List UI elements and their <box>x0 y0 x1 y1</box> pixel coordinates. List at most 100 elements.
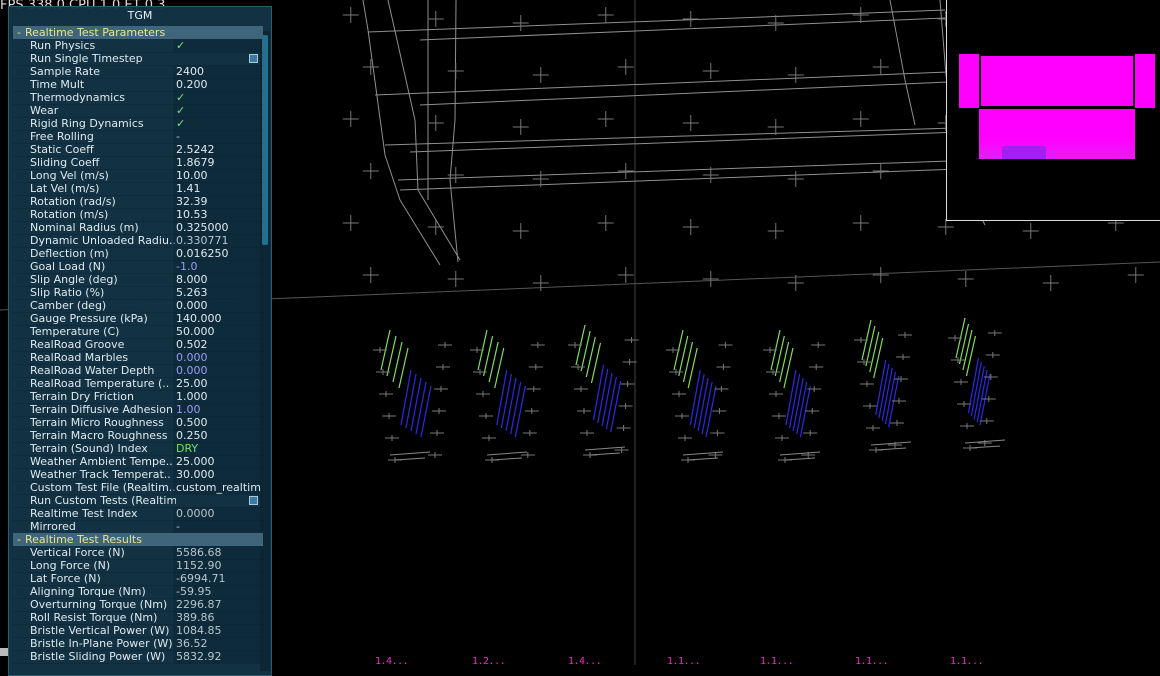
property-value[interactable]: -1.0 <box>173 260 261 273</box>
property-row[interactable]: RealRoad Water Depth 0.000 <box>13 364 263 378</box>
property-row[interactable]: Nominal Radius (m) 0.325000 <box>13 221 263 235</box>
collapse-icon[interactable]: - <box>13 533 25 546</box>
property-row[interactable]: RealRoad Marbles 0.000 <box>13 351 263 365</box>
tgm-panel[interactable]: TGM - Realtime Test Parameters Run Physics… <box>8 6 272 676</box>
property-value[interactable]: 36.52 <box>173 637 261 650</box>
property-value[interactable]: 8.000 <box>173 273 261 286</box>
property-row[interactable]: Bristle In-Plane Power (W) 36.52 <box>13 637 263 651</box>
property-value[interactable]: - <box>173 130 261 143</box>
property-row[interactable]: RealRoad Groove 0.502 <box>13 338 263 352</box>
property-row[interactable]: Lat Vel (m/s) 1.41 <box>13 182 263 196</box>
property-row[interactable]: Run Single Timestep <box>13 52 263 66</box>
checkbox[interactable] <box>249 54 258 63</box>
property-row[interactable]: Free Rolling - <box>13 130 263 144</box>
property-row[interactable]: Terrain (Sound) Index DRY <box>13 442 263 456</box>
property-row[interactable]: Camber (deg) 0.000 <box>13 299 263 313</box>
property-row[interactable]: Slip Angle (deg) 8.000 <box>13 273 263 287</box>
property-row[interactable]: Bristle Vertical Power (W) 1084.85 <box>13 624 263 638</box>
property-value[interactable]: 1.41 <box>173 182 261 195</box>
property-row[interactable]: Dynamic Unloaded Radiu.. 0.330771 <box>13 234 263 248</box>
property-value[interactable]: -6994.71 <box>173 572 261 585</box>
checkmark-icon[interactable]: ✓ <box>173 91 261 104</box>
property-value[interactable]: custom_realtim.. <box>173 481 261 494</box>
property-value[interactable]: 10.00 <box>173 169 261 182</box>
property-row[interactable]: Terrain Macro Roughness 0.250 <box>13 429 263 443</box>
property-value[interactable]: 1152.90 <box>173 559 261 572</box>
property-value[interactable]: 2296.87 <box>173 598 261 611</box>
property-row[interactable]: Lat Force (N) -6994.71 <box>13 572 263 586</box>
property-row[interactable]: Deflection (m) 0.016250 <box>13 247 263 261</box>
property-value[interactable]: 32.39 <box>173 195 261 208</box>
property-row[interactable]: Realtime Test Index 0.0000 <box>13 507 263 521</box>
property-row[interactable]: Weather Track Temperat.. 30.000 <box>13 468 263 482</box>
property-row[interactable]: Rigid Ring Dynamics ✓ <box>13 117 263 131</box>
property-value[interactable]: 389.86 <box>173 611 261 624</box>
property-value[interactable]: - <box>173 520 261 533</box>
property-value[interactable]: 0.000 <box>173 351 261 364</box>
property-row[interactable]: Custom Test File (Realtim.. custom_realti… <box>13 481 263 495</box>
property-value[interactable]: 5586.68 <box>173 546 261 559</box>
property-row[interactable]: Bristle Sliding Power (W) 5832.92 <box>13 650 263 664</box>
property-row[interactable]: Run Physics ✓ <box>13 39 263 53</box>
resize-icon[interactable] <box>0 648 8 656</box>
property-value[interactable]: 30.000 <box>173 468 261 481</box>
property-value[interactable]: 0.502 <box>173 338 261 351</box>
property-value[interactable]: 5.263 <box>173 286 261 299</box>
property-row[interactable]: Rotation (rad/s) 32.39 <box>13 195 263 209</box>
property-value[interactable]: 10.53 <box>173 208 261 221</box>
property-value[interactable]: 0.500 <box>173 416 261 429</box>
section-header[interactable]: - Realtime Test Parameters <box>13 26 263 39</box>
property-value[interactable]: 0.016250 <box>173 247 261 260</box>
property-value[interactable]: 0.200 <box>173 78 261 91</box>
checkmark-icon[interactable]: ✓ <box>173 39 261 52</box>
property-row[interactable]: Rotation (m/s) 10.53 <box>13 208 263 222</box>
property-row[interactable]: Long Force (N) 1152.90 <box>13 559 263 573</box>
property-value[interactable]: 1084.85 <box>173 624 261 637</box>
property-row[interactable]: Weather Ambient Tempe.. 25.000 <box>13 455 263 469</box>
property-row[interactable]: Terrain Dry Friction 1.000 <box>13 390 263 404</box>
property-row[interactable]: Overturning Torque (Nm) 2296.87 <box>13 598 263 612</box>
property-row[interactable]: Wear ✓ <box>13 104 263 118</box>
property-value[interactable]: 140.000 <box>173 312 261 325</box>
property-value[interactable]: 2.5242 <box>173 143 261 156</box>
property-value[interactable]: 25.00 <box>173 377 261 390</box>
property-row[interactable]: Aligning Torque (Nm) -59.95 <box>13 585 263 599</box>
panel-title[interactable]: TGM <box>9 7 271 24</box>
checkmark-icon[interactable]: ✓ <box>173 117 261 130</box>
property-value[interactable]: -59.95 <box>173 585 261 598</box>
property-value[interactable]: 0.330771 <box>173 234 261 247</box>
property-row[interactable]: Static Coeff 2.5242 <box>13 143 263 157</box>
checkbox[interactable] <box>249 496 258 505</box>
property-value[interactable]: 5832.92 <box>173 650 261 663</box>
property-row[interactable]: Long Vel (m/s) 10.00 <box>13 169 263 183</box>
property-row[interactable]: Slip Ratio (%) 5.263 <box>13 286 263 300</box>
property-row[interactable]: Time Mult 0.200 <box>13 78 263 92</box>
property-row[interactable]: Sample Rate 2400 <box>13 65 263 79</box>
property-row[interactable]: Terrain Micro Roughness 0.500 <box>13 416 263 430</box>
property-row[interactable]: Gauge Pressure (kPa) 140.000 <box>13 312 263 326</box>
section-header[interactable]: - Realtime Test Results <box>13 533 263 546</box>
property-row[interactable]: Run Custom Tests (Realtime) <box>13 494 263 508</box>
property-value[interactable]: 1.00 <box>173 403 261 416</box>
property-value[interactable]: 1.8679 <box>173 156 261 169</box>
property-value[interactable]: 1.000 <box>173 390 261 403</box>
property-value[interactable]: 25.000 <box>173 455 261 468</box>
property-row[interactable]: Terrain Diffusive Adhesion 1.00 <box>13 403 263 417</box>
property-value[interactable]: 0.325000 <box>173 221 261 234</box>
property-row[interactable]: Sliding Coeff 1.8679 <box>13 156 263 170</box>
property-value[interactable]: 2400 <box>173 65 261 78</box>
property-value[interactable]: 0.000 <box>173 299 261 312</box>
property-value[interactable]: 0.250 <box>173 429 261 442</box>
property-value[interactable]: 0.0000 <box>173 507 261 520</box>
property-row[interactable]: Roll Resist Torque (Nm) 389.86 <box>13 611 263 625</box>
property-value[interactable]: DRY <box>173 442 261 455</box>
property-row[interactable]: Vertical Force (N) 5586.68 <box>13 546 263 560</box>
collapse-icon[interactable]: - <box>13 26 25 39</box>
property-value[interactable]: 50.000 <box>173 325 261 338</box>
property-row[interactable]: RealRoad Temperature (.. 25.00 <box>13 377 263 391</box>
property-row[interactable]: Goal Load (N) -1.0 <box>13 260 263 274</box>
property-row[interactable]: Thermodynamics ✓ <box>13 91 263 105</box>
property-value[interactable]: 0.000 <box>173 364 261 377</box>
property-row[interactable]: Mirrored - <box>13 520 263 534</box>
property-row[interactable]: Temperature (C) 50.000 <box>13 325 263 339</box>
